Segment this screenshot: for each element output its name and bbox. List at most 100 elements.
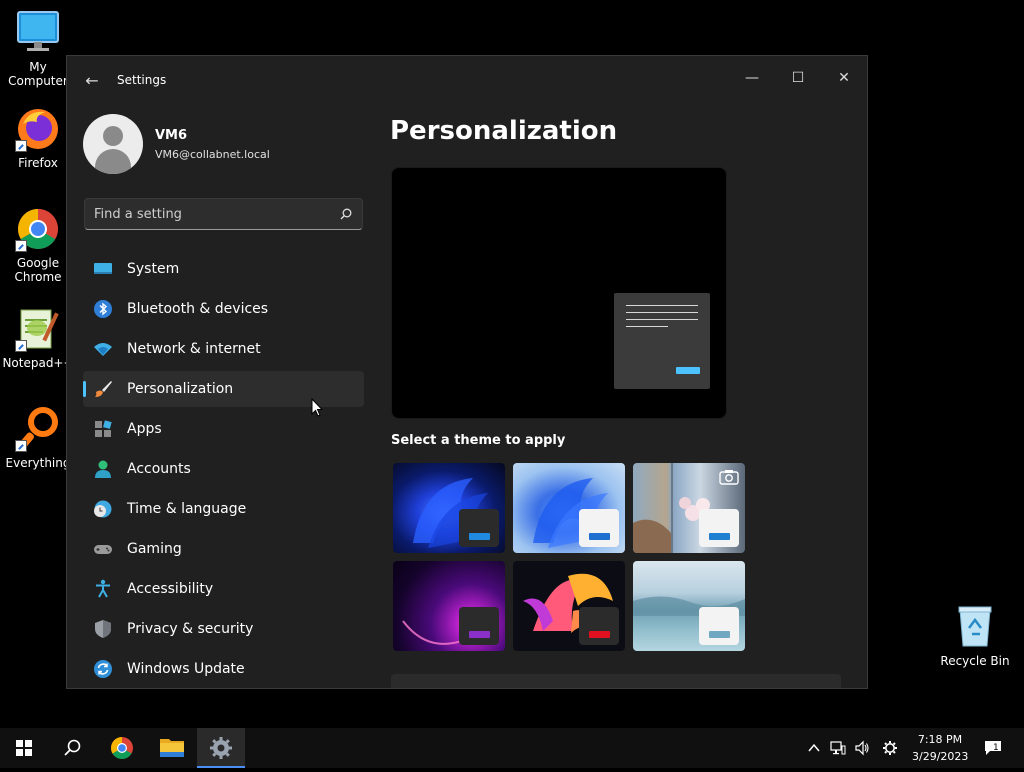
firefox-icon [15, 106, 61, 152]
network-icon [830, 741, 846, 755]
taskbar-settings[interactable] [197, 728, 245, 768]
theme-flow[interactable] [633, 561, 745, 651]
sidebar-item-windows-update[interactable]: Windows Update [83, 651, 364, 687]
taskbar-clock[interactable]: 7:18 PM 3/29/2023 [912, 731, 968, 765]
windows-logo-icon [16, 740, 32, 756]
sidebar-item-accessibility[interactable]: Accessibility [83, 571, 364, 607]
user-name: VM6 [155, 128, 188, 143]
sidebar-item-label: Windows Update [127, 661, 245, 677]
sidebar-nav: System Bluetooth & devices Network & int… [83, 251, 364, 688]
recycle-bin-icon [952, 604, 998, 650]
gamepad-icon [94, 545, 112, 554]
sidebar-item-label: Privacy & security [127, 621, 254, 637]
bluetooth-icon [94, 300, 112, 318]
desktop-icon-label: Firefox [18, 156, 58, 170]
sidebar-item-gaming[interactable]: Gaming [83, 531, 364, 567]
shortcut-arrow-icon [15, 240, 27, 252]
sidebar-item-label: Network & internet [127, 341, 261, 357]
search-icon[interactable] [340, 208, 352, 220]
sidebar-item-label: Time & language [127, 501, 247, 517]
desktop-icon-everything[interactable]: Everything [0, 406, 76, 470]
chrome-icon [111, 737, 133, 759]
sidebar-item-network-internet[interactable]: Network & internet [83, 331, 364, 367]
network-icon [94, 343, 112, 356]
taskbar-search-button[interactable] [48, 728, 96, 768]
sidebar-item-label: Apps [127, 421, 162, 437]
theme-windows-dark[interactable] [393, 463, 505, 553]
update-icon [94, 660, 112, 678]
sidebar-item-privacy-security[interactable]: Privacy & security [83, 611, 364, 647]
gear-icon [210, 737, 232, 759]
volume-tray-button[interactable] [854, 740, 870, 756]
settings-card[interactable] [391, 674, 841, 688]
sidebar-item-system[interactable]: System [83, 251, 364, 287]
everything-search-icon [15, 406, 61, 452]
accessibility-icon [96, 579, 110, 598]
theme-spotlight[interactable] [633, 463, 745, 553]
settings-tray-button[interactable] [882, 740, 898, 756]
system-icon [94, 263, 112, 274]
speaker-icon [855, 740, 869, 756]
back-button[interactable]: ← [81, 70, 103, 92]
start-button[interactable] [0, 728, 48, 768]
sidebar-item-label: Bluetooth & devices [127, 301, 269, 317]
taskbar: 7:18 PM 3/29/2023 1 [0, 728, 1024, 768]
chrome-icon [15, 206, 61, 252]
theme-preview [391, 167, 727, 419]
clock-time: 7:18 PM [917, 733, 963, 746]
monitor-icon [15, 10, 61, 56]
page-title: Personalization [390, 116, 618, 146]
notepad-plus-plus-icon [15, 306, 61, 352]
apps-icon [95, 420, 112, 437]
sidebar-item-label: Personalization [127, 381, 234, 397]
search-icon [64, 739, 81, 756]
desktop-icon-label: Google Chrome [14, 256, 62, 284]
theme-glow[interactable] [393, 561, 505, 651]
window-title: Settings [117, 73, 167, 87]
sidebar-item-label: Accessibility [127, 581, 214, 597]
desktop-icon-my-computer[interactable]: My Computer [0, 10, 76, 88]
back-arrow-icon: ← [85, 71, 99, 90]
clock-date: 3/29/2023 [912, 750, 969, 763]
user-email: VM6@collabnet.local [155, 148, 270, 161]
theme-section-heading: Select a theme to apply [391, 433, 566, 448]
preview-window [614, 293, 710, 389]
show-hidden-icons-button[interactable] [806, 740, 822, 756]
desktop-icon-firefox[interactable]: Firefox [0, 106, 76, 170]
sidebar-item-label: System [127, 261, 180, 277]
shortcut-arrow-icon [15, 140, 27, 152]
search-input[interactable] [94, 199, 334, 229]
notification-center-button[interactable]: 1 [984, 740, 1004, 756]
accounts-icon [95, 460, 111, 478]
notification-count-badge: 1 [993, 743, 999, 753]
sidebar-item-label: Accounts [127, 461, 191, 477]
theme-windows-light[interactable] [513, 463, 625, 553]
mouse-cursor-icon [311, 398, 323, 417]
taskbar-chrome[interactable] [98, 728, 146, 768]
gear-icon [883, 741, 897, 755]
desktop-icon-label: Notepad++ [2, 356, 74, 370]
folder-icon [160, 739, 184, 757]
sidebar-item-accounts[interactable]: Accounts [83, 451, 364, 487]
camera-icon [719, 470, 739, 485]
network-tray-button[interactable] [830, 740, 846, 756]
desktop-icon-label: Recycle Bin [940, 654, 1010, 668]
sidebar-item-time-language[interactable]: Time & language [83, 491, 364, 527]
shortcut-arrow-icon [15, 340, 27, 352]
user-profile[interactable]: VM6 VM6@collabnet.local [83, 114, 363, 174]
search-box[interactable] [84, 198, 363, 230]
sidebar-item-bluetooth-devices[interactable]: Bluetooth & devices [83, 291, 364, 327]
shield-icon [95, 620, 111, 638]
desktop-icon-notepad-plus-plus[interactable]: Notepad++ [0, 306, 76, 370]
desktop-icon-label: Everything [5, 456, 71, 470]
desktop-icon-google-chrome[interactable]: Google Chrome [0, 206, 76, 284]
desktop-icon-recycle-bin[interactable]: Recycle Bin [937, 604, 1013, 668]
brush-icon [95, 381, 112, 397]
content-pane: Personalization Select a theme to apply [390, 56, 860, 688]
taskbar-file-explorer[interactable] [148, 728, 196, 768]
clock-globe-icon [94, 500, 112, 518]
avatar [83, 114, 143, 174]
theme-captured-motion[interactable] [513, 561, 625, 651]
sidebar-item-label: Gaming [127, 541, 182, 557]
shortcut-arrow-icon [15, 440, 27, 452]
